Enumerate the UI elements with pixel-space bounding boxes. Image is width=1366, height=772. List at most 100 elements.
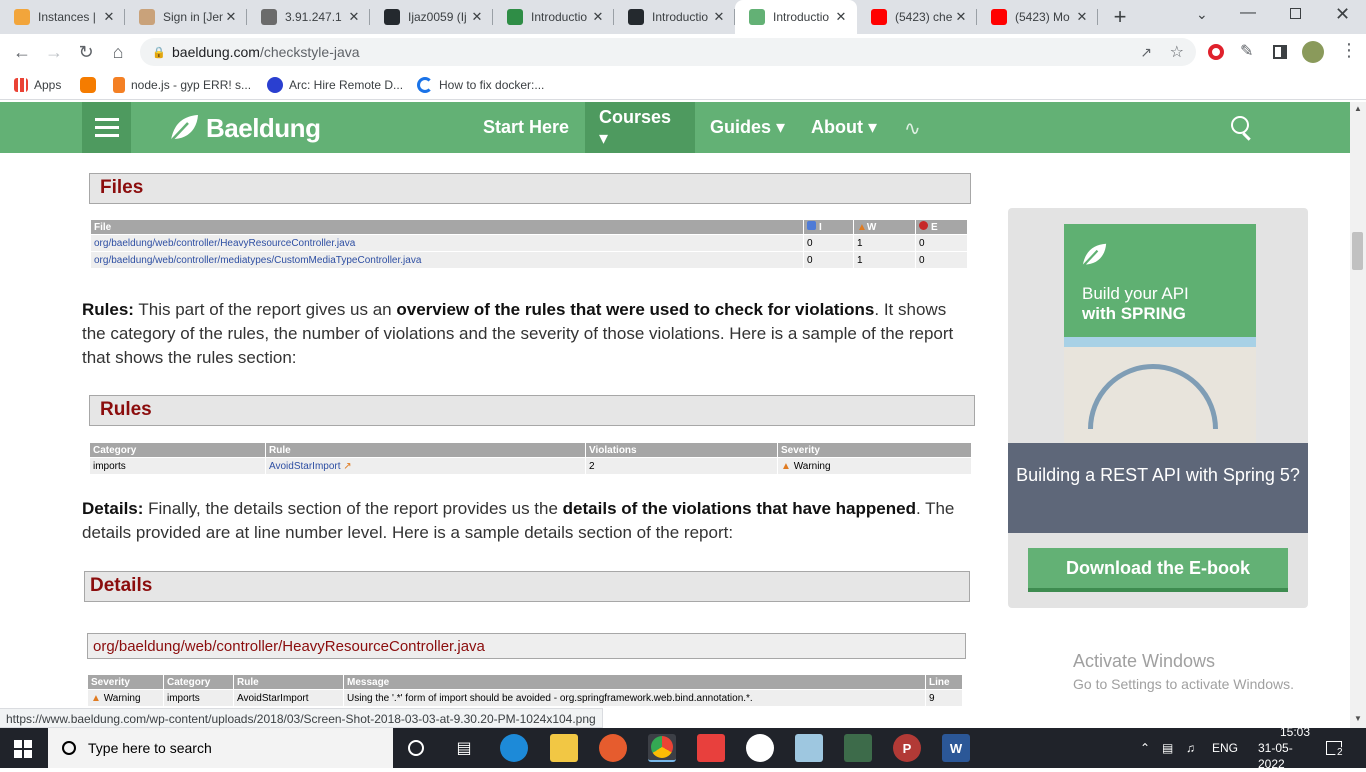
tab-4[interactable]: Ijaz0059 (Ij ✕ — [370, 0, 493, 34]
minimize-button[interactable]: — — [1240, 4, 1256, 22]
language-indicator[interactable]: ENG — [1212, 728, 1238, 768]
page-scrollbar[interactable]: ▲ ▼ — [1350, 102, 1366, 728]
details-heading: Details — [90, 575, 153, 596]
refresh-icon — [417, 77, 433, 93]
files-table: File I ▲W E org/baeldung/web/controller/… — [90, 219, 968, 269]
nav-guides[interactable]: Guides ▾ — [696, 102, 799, 153]
close-tab-icon[interactable]: ✕ — [223, 9, 239, 25]
rule-link[interactable]: AvoidStarImport ↗ — [265, 457, 586, 475]
notifications-icon[interactable]: 2 — [1326, 728, 1352, 768]
tab-1[interactable]: Instances | ✕ — [0, 0, 125, 34]
taskbar-search-box[interactable]: Type here to search — [48, 728, 393, 768]
nav-start-here[interactable]: Start Here — [469, 102, 583, 153]
close-tab-icon[interactable]: ✕ — [833, 9, 849, 25]
scroll-down-icon[interactable]: ▼ — [1354, 714, 1362, 723]
close-window-button[interactable]: ✕ — [1335, 4, 1350, 25]
warning-icon: ▲ — [781, 460, 791, 472]
file-link[interactable]: org/baeldung/web/controller/HeavyResourc… — [90, 234, 804, 252]
opera-extension-icon[interactable] — [1208, 44, 1224, 60]
search-icon — [62, 741, 76, 755]
back-arrow-icon[interactable]: ← — [10, 40, 34, 64]
file-link[interactable]: org/baeldung/web/controller/mediatypes/C… — [90, 251, 804, 269]
ebook-cover[interactable]: Build your API with SPRING — [1064, 224, 1256, 444]
tray-chevron-icon[interactable]: ⌃ — [1140, 728, 1150, 768]
tab-3[interactable]: 3.91.247.1 ✕ — [247, 0, 370, 34]
bookmark-hexagon[interactable] — [80, 76, 102, 94]
close-tab-icon[interactable]: ✕ — [590, 9, 606, 25]
forward-arrow-icon[interactable]: → — [42, 40, 66, 64]
rules-col-severity: Severity — [777, 442, 972, 458]
rss-icon[interactable]: ∿ — [904, 116, 921, 141]
close-tab-icon[interactable]: ✕ — [346, 9, 362, 25]
side-panel-icon[interactable] — [1273, 45, 1287, 59]
graph-icon — [261, 9, 277, 25]
tab-8[interactable]: (5423) che ✕ — [857, 0, 977, 34]
bookmarks-bar: Apps node.js - gyp ERR! s... Arc: Hire R… — [0, 70, 1366, 100]
task-view-icon[interactable]: ▤ — [450, 734, 478, 762]
close-tab-icon[interactable]: ✕ — [469, 9, 485, 25]
details-col-message: Message — [343, 674, 926, 690]
download-ebook-button[interactable]: Download the E-book — [1028, 548, 1288, 592]
tab-title: Introductio — [773, 10, 830, 24]
close-tab-icon[interactable]: ✕ — [711, 9, 727, 25]
notepad-icon[interactable] — [795, 734, 823, 762]
hamburger-menu-icon[interactable] — [82, 102, 131, 153]
edge-icon[interactable] — [500, 734, 528, 762]
clock[interactable]: 15:03 31-05-2022 — [1258, 725, 1310, 771]
cortana-circle-icon[interactable] — [402, 734, 430, 762]
postman-p-icon[interactable]: P — [893, 734, 921, 762]
leaf-icon — [1081, 243, 1107, 268]
home-icon[interactable]: ⌂ — [106, 40, 130, 64]
new-tab-button[interactable]: + — [1108, 4, 1132, 30]
tab-title: Ijaz0059 (Ij — [408, 10, 467, 24]
warning-icon: ▲ — [857, 221, 867, 233]
search-icon[interactable] — [1231, 116, 1249, 134]
youtube-icon — [871, 9, 887, 25]
close-tab-icon[interactable]: ✕ — [953, 9, 969, 25]
nav-about[interactable]: About ▾ — [797, 102, 891, 153]
scroll-up-icon[interactable]: ▲ — [1354, 104, 1362, 113]
windows-start-icon[interactable] — [14, 740, 32, 758]
share-icon[interactable]: ↗ — [1140, 44, 1152, 61]
network-icon[interactable]: ▤ — [1162, 728, 1173, 768]
bookmark-apps[interactable]: Apps — [14, 76, 61, 94]
tab-2[interactable]: Sign in [Jen ✕ — [125, 0, 247, 34]
anydesk-icon[interactable] — [697, 734, 725, 762]
word-icon[interactable]: W — [942, 734, 970, 762]
restore-button[interactable] — [1290, 8, 1301, 19]
avatar[interactable] — [1302, 41, 1324, 63]
table-row: org/baeldung/web/controller/mediatypes/C… — [90, 251, 968, 269]
bookmark-docker[interactable]: How to fix docker:... — [417, 76, 544, 94]
close-tab-icon[interactable]: ✕ — [1074, 9, 1090, 25]
nav-courses[interactable]: Courses ▾ — [585, 102, 695, 153]
youtube-icon — [991, 9, 1007, 25]
address-bar[interactable]: 🔒 baeldung.com/checkstyle-java ↗ ☆ — [140, 38, 1196, 66]
bookmark-nodejs[interactable]: node.js - gyp ERR! s... — [113, 76, 251, 94]
reload-icon[interactable]: ↻ — [74, 40, 98, 64]
file-explorer-icon[interactable] — [550, 734, 578, 762]
tab-5[interactable]: Introductio ✕ — [493, 0, 614, 34]
firefox-icon[interactable] — [599, 734, 627, 762]
chrome-icon[interactable] — [648, 734, 676, 762]
details-col-severity: Severity — [87, 674, 164, 690]
extensions-puzzle-icon[interactable]: ✎ — [1240, 41, 1253, 61]
bookmark-star-icon[interactable]: ☆ — [1170, 42, 1184, 62]
arc-icon — [267, 77, 283, 93]
tab-search-chevron-icon[interactable]: ⌄ — [1196, 6, 1208, 23]
baeldung-logo[interactable]: Baeldung — [168, 112, 321, 144]
details-paragraph: Details: Finally, the details section of… — [82, 499, 955, 542]
bookmark-arc[interactable]: Arc: Hire Remote D... — [267, 76, 403, 94]
rules-col-violations: Violations — [585, 442, 778, 458]
tab-6[interactable]: Introductio ✕ — [614, 0, 735, 34]
site-navbar: Baeldung Start Here Courses ▾ Guides ▾ A… — [0, 102, 1350, 153]
scrollbar-thumb[interactable] — [1352, 232, 1363, 270]
tab-9[interactable]: (5423) Mo ✕ — [977, 0, 1098, 34]
close-tab-icon[interactable]: ✕ — [101, 9, 117, 25]
menu-kebab-icon[interactable]: ⋮ — [1340, 40, 1358, 61]
volume-icon[interactable]: ♫ — [1186, 728, 1195, 768]
snipping-tool-icon[interactable] — [844, 734, 872, 762]
table-row: org/baeldung/web/controller/HeavyResourc… — [90, 234, 968, 252]
brave-icon[interactable] — [746, 734, 774, 762]
rules-heading-panel: Rules — [89, 395, 975, 426]
tab-7[interactable]: Introductio ✕ — [735, 0, 857, 34]
